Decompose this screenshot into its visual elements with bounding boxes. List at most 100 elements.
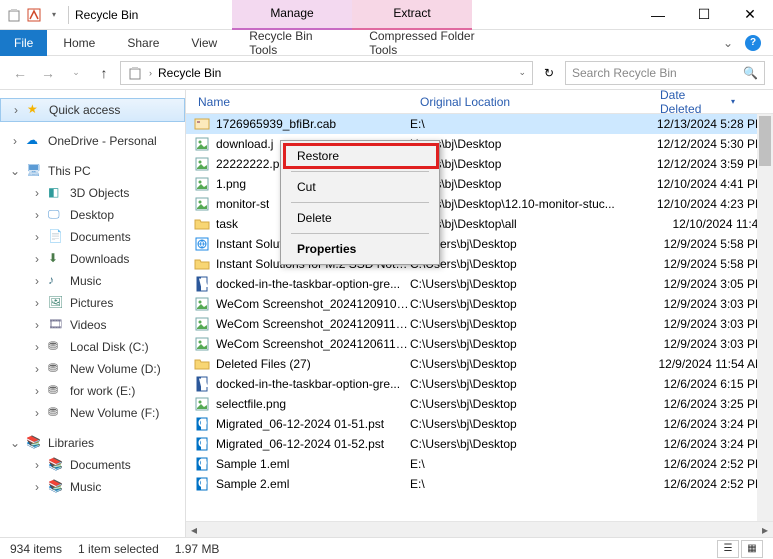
table-row[interactable]: Instant Solutions for M.2 SSD Not S...C:…	[186, 254, 773, 274]
table-row[interactable]: monitor-stUsers\bj\Desktop\12.10-monitor…	[186, 194, 773, 214]
chevron-right-icon[interactable]: ›	[32, 458, 42, 472]
chevron-right-icon[interactable]: ›	[11, 103, 21, 117]
table-row[interactable]: download.jUsers\bj\Desktop12/12/2024 5:3…	[186, 134, 773, 154]
compressed-folder-tools-tab[interactable]: Compressed Folder Tools	[353, 30, 493, 56]
sidebar-item[interactable]: ›📚Music	[0, 476, 185, 498]
sidebar-item-onedrive[interactable]: › ☁ OneDrive - Personal	[0, 130, 185, 152]
sidebar-item[interactable]: ›⛃New Volume (F:)	[0, 402, 185, 424]
ribbon-expand-icon[interactable]: ⌄	[723, 36, 733, 50]
chevron-right-icon[interactable]: ›	[32, 362, 42, 376]
breadcrumb[interactable]: Recycle Bin	[158, 66, 221, 80]
context-menu-cut[interactable]: Cut	[283, 174, 437, 200]
table-row[interactable]: WeCom Screenshot_202412091100...C:\Users…	[186, 314, 773, 334]
chevron-right-icon[interactable]: ›	[32, 208, 42, 222]
file-name: Sample 1.eml	[216, 457, 289, 471]
table-row[interactable]: Wdocked-in-the-taskbar-option-gre...C:\U…	[186, 274, 773, 294]
sidebar-item-libraries[interactable]: ⌄ 📚 Libraries	[0, 432, 185, 454]
chevron-right-icon[interactable]: ›	[32, 230, 42, 244]
file-original-location: Users\bj\Desktop\12.10-monitor-stuc...	[410, 197, 650, 211]
chevron-right-icon[interactable]: ›	[32, 296, 42, 310]
table-row[interactable]: Deleted Files (27)C:\Users\bj\Desktop12/…	[186, 354, 773, 374]
file-tab[interactable]: File	[0, 30, 47, 56]
sidebar-item[interactable]: ›📄Documents	[0, 226, 185, 248]
help-icon[interactable]: ?	[745, 35, 761, 51]
maximize-button[interactable]: ☐	[681, 0, 727, 30]
thumbnails-view-button[interactable]: ▦	[741, 540, 763, 558]
extract-contextual-tab[interactable]: Extract	[352, 0, 472, 30]
table-row[interactable]: OMigrated_06-12-2024 01-51.pstC:\Users\b…	[186, 414, 773, 434]
manage-contextual-tab[interactable]: Manage	[232, 0, 352, 30]
up-button[interactable]: ↑	[92, 61, 116, 85]
breadcrumb-chevron-icon[interactable]: ›	[149, 68, 152, 78]
vertical-scrollbar[interactable]	[757, 114, 773, 521]
star-icon: ★	[27, 102, 43, 118]
chevron-right-icon[interactable]: ›	[32, 480, 42, 494]
properties-qat-icon[interactable]	[26, 7, 42, 23]
sidebar-item[interactable]: ›🖵Desktop	[0, 204, 185, 226]
share-tab[interactable]: Share	[111, 30, 175, 56]
sidebar-item[interactable]: ›⬇Downloads	[0, 248, 185, 270]
chevron-down-icon[interactable]: ⌄	[10, 436, 20, 450]
svg-text:O: O	[198, 456, 207, 470]
sidebar-item[interactable]: ›📚Documents	[0, 454, 185, 476]
details-view-button[interactable]: ☰	[717, 540, 739, 558]
file-list[interactable]: 1726965939_bfiBr.cabE:\12/13/2024 5:28 P…	[186, 114, 773, 521]
table-row[interactable]: WeCom Screenshot_202412091059...C:\Users…	[186, 294, 773, 314]
scroll-right-icon[interactable]: ▸	[757, 522, 773, 537]
table-row[interactable]: Wdocked-in-the-taskbar-option-gre...C:\U…	[186, 374, 773, 394]
table-row[interactable]: 1726965939_bfiBr.cabE:\12/13/2024 5:28 P…	[186, 114, 773, 134]
recent-locations-dropdown[interactable]: ⌄	[64, 61, 88, 85]
sidebar-item-thispc[interactable]: ⌄ 🖥 This PC	[0, 160, 185, 182]
table-row[interactable]: OSample 2.emlE:\12/6/2024 2:52 PM	[186, 474, 773, 494]
sidebar-item[interactable]: ›🖼Pictures	[0, 292, 185, 314]
column-header-date-deleted[interactable]: Date Deleted▾	[650, 90, 746, 116]
scroll-left-icon[interactable]: ◂	[186, 522, 202, 537]
table-row[interactable]: taskUsers\bj\Desktop\all12/10/2024 11:43	[186, 214, 773, 234]
column-header-name[interactable]: Name	[186, 95, 410, 109]
sidebar-item[interactable]: ›⛃New Volume (D:)	[0, 358, 185, 380]
home-tab[interactable]: Home	[47, 30, 111, 56]
chevron-right-icon[interactable]: ›	[32, 340, 42, 354]
chevron-right-icon[interactable]: ›	[32, 186, 42, 200]
chevron-right-icon[interactable]: ›	[32, 274, 42, 288]
minimize-button[interactable]: —	[635, 0, 681, 30]
chevron-down-icon[interactable]: ⌄	[10, 164, 20, 178]
chevron-right-icon[interactable]: ›	[32, 318, 42, 332]
context-menu-delete[interactable]: Delete	[283, 205, 437, 231]
sidebar-item[interactable]: ›◧3D Objects	[0, 182, 185, 204]
context-menu-restore[interactable]: Restore	[283, 143, 437, 169]
folder-icon: ⛃	[48, 383, 64, 399]
table-row[interactable]: OMigrated_06-12-2024 01-52.pstC:\Users\b…	[186, 434, 773, 454]
navigation-pane[interactable]: › ★ Quick access › ☁ OneDrive - Personal…	[0, 90, 186, 537]
recyclebin-tools-tab[interactable]: Recycle Bin Tools	[233, 30, 353, 56]
chevron-right-icon[interactable]: ›	[32, 406, 42, 420]
address-field[interactable]: › Recycle Bin ⌄	[120, 61, 533, 85]
close-button[interactable]: ✕	[727, 0, 773, 30]
table-row[interactable]: OSample 1.emlE:\12/6/2024 2:52 PM	[186, 454, 773, 474]
back-button[interactable]: ←	[8, 61, 32, 85]
chevron-right-icon[interactable]: ›	[10, 134, 20, 148]
file-original-location: C:\Users\bj\Desktop	[410, 277, 650, 291]
refresh-button[interactable]: ↻	[537, 61, 561, 85]
search-input[interactable]: Search Recycle Bin 🔍	[565, 61, 765, 85]
sidebar-item[interactable]: ›♪Music	[0, 270, 185, 292]
sidebar-item[interactable]: ›⛃Local Disk (C:)	[0, 336, 185, 358]
chevron-right-icon[interactable]: ›	[32, 384, 42, 398]
table-row[interactable]: 22222222.pUsers\bj\Desktop12/12/2024 3:5…	[186, 154, 773, 174]
address-dropdown-icon[interactable]: ⌄	[518, 67, 526, 78]
sidebar-item[interactable]: ›⛃for work (E:)	[0, 380, 185, 402]
column-header-original-location[interactable]: Original Location	[410, 95, 650, 109]
table-row[interactable]: 1.pngUsers\bj\Desktop12/10/2024 4:41 PM	[186, 174, 773, 194]
sidebar-item-quick-access[interactable]: › ★ Quick access	[0, 98, 185, 122]
view-tab[interactable]: View	[175, 30, 233, 56]
context-menu-properties[interactable]: Properties	[283, 236, 437, 262]
chevron-right-icon[interactable]: ›	[32, 252, 42, 266]
table-row[interactable]: Instant Solutions for M.2 SSD Not S...C:…	[186, 234, 773, 254]
table-row[interactable]: selectfile.pngC:\Users\bj\Desktop12/6/20…	[186, 394, 773, 414]
sidebar-item[interactable]: ›🎞Videos	[0, 314, 185, 336]
forward-button[interactable]: →	[36, 61, 60, 85]
dropdown-qat-icon[interactable]: ▾	[46, 7, 62, 23]
table-row[interactable]: WeCom Screenshot_202412061139...C:\Users…	[186, 334, 773, 354]
scrollbar-thumb[interactable]	[759, 116, 771, 166]
horizontal-scrollbar[interactable]: ◂ ▸	[186, 521, 773, 537]
